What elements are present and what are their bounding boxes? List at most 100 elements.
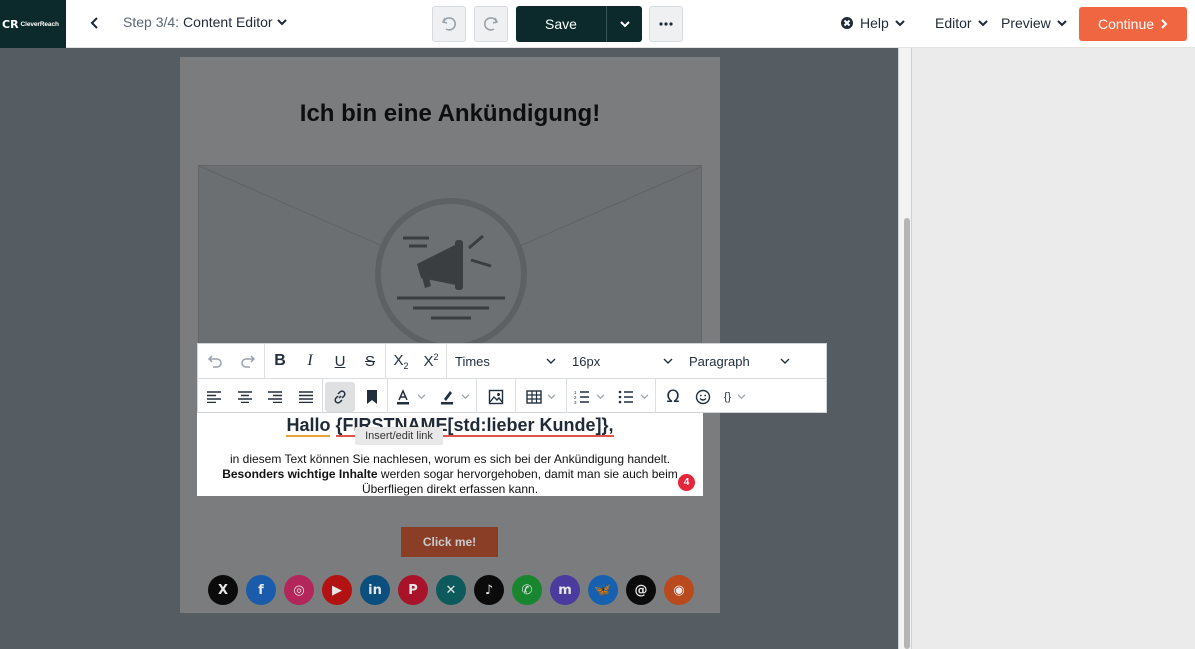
editor-label: Editor <box>935 15 972 31</box>
step-title: Content Editor <box>183 14 273 30</box>
mastodon-icon[interactable]: m <box>550 575 580 605</box>
curly-braces-icon: {} <box>723 390 732 403</box>
bullet-list-button[interactable] <box>611 382 655 412</box>
numbered-list-icon: 123 <box>574 390 589 404</box>
strikethrough-button[interactable]: S <box>355 346 385 376</box>
x-icon[interactable]: X <box>208 575 238 605</box>
strikethrough-icon: S <box>364 352 375 370</box>
align-right-icon <box>268 390 282 403</box>
help-menu[interactable]: Help <box>840 15 905 31</box>
bold-button[interactable]: B <box>265 346 295 376</box>
underline-icon: U <box>334 352 346 370</box>
undo-button[interactable] <box>432 6 466 42</box>
body-line-3: Überfliegen direkt erfassen kann. <box>361 482 539 496</box>
bookmark-button[interactable] <box>357 382 387 412</box>
emoji-button[interactable] <box>690 382 716 412</box>
table-icon <box>526 389 542 404</box>
text-block-editable[interactable]: Hallo {FIRSTNAME[std:lieber Kunde]}, in … <box>197 413 703 496</box>
top-bar: CR CleverReach Step 3/4: Content Editor … <box>0 0 1195 48</box>
continue-button[interactable]: Continue <box>1079 7 1187 41</box>
align-justify-icon <box>299 390 313 403</box>
bluesky-icon[interactable]: 🦋 <box>588 575 618 605</box>
cleverreach-logo[interactable]: CR CleverReach <box>0 0 66 48</box>
block-format-select[interactable]: Paragraph <box>681 346 798 376</box>
chevron-left-icon <box>90 17 98 29</box>
help-icon <box>841 17 853 29</box>
font-size-select[interactable]: 16px <box>564 346 681 376</box>
superscript-icon: X2 <box>423 352 439 370</box>
email-heading[interactable]: Ich bin eine Ankündigung! <box>180 100 720 128</box>
italic-button[interactable]: I <box>295 346 325 376</box>
spellcheck-badge[interactable]: 4 <box>678 474 695 491</box>
logo-mark-icon: CR <box>2 17 19 31</box>
whatsapp-icon[interactable]: ✆ <box>512 575 542 605</box>
rss-icon[interactable]: ◉ <box>664 575 694 605</box>
text-color-icon <box>396 388 409 404</box>
highlighter-icon <box>440 390 453 404</box>
chevron-right-icon <box>1161 19 1168 29</box>
chevron-down-icon <box>895 20 905 27</box>
save-button[interactable]: Save <box>516 6 606 42</box>
insert-link-button[interactable] <box>325 381 355 412</box>
xing-icon[interactable]: ✕ <box>436 575 466 605</box>
toolbar-divider <box>322 379 323 414</box>
cta-button[interactable]: Click me! <box>401 527 498 557</box>
special-character-button[interactable]: Ω <box>656 382 690 412</box>
tb-undo-button[interactable] <box>198 346 232 376</box>
undo-icon <box>441 17 456 31</box>
align-right-button[interactable] <box>260 382 290 412</box>
align-center-button[interactable] <box>230 382 260 412</box>
megaphone-icon <box>199 166 701 344</box>
instagram-icon[interactable]: ◎ <box>284 575 314 605</box>
subscript-button[interactable]: X2 <box>386 346 416 376</box>
continue-label: Continue <box>1097 16 1155 32</box>
rich-text-toolbar: B I U S X2 X2 Times 16px Paragraph 1 2 3… <box>197 343 827 414</box>
align-left-button[interactable] <box>198 382 230 412</box>
bold-icon: B <box>274 352 286 369</box>
font-family-select[interactable]: Times <box>447 346 564 376</box>
threads-icon[interactable]: @ <box>626 575 656 605</box>
properties-panel <box>912 48 1195 649</box>
text-color-button[interactable] <box>388 382 432 412</box>
facebook-icon[interactable]: f <box>246 575 276 605</box>
insert-table-button[interactable] <box>516 382 566 412</box>
back-button[interactable] <box>84 12 106 34</box>
canvas-scrollbar-thumb[interactable] <box>904 218 910 649</box>
announcement-image[interactable] <box>198 165 702 345</box>
emoji-icon <box>695 389 711 404</box>
logo-text: CleverReach <box>20 20 59 28</box>
omega-icon: Ω <box>666 386 680 407</box>
redo-button[interactable] <box>474 6 508 42</box>
body-paragraph[interactable]: in diesem Text können Sie nachlesen, wor… <box>197 452 703 497</box>
chevron-down-icon <box>780 358 790 364</box>
step-selector[interactable]: Step 3/4: Content Editor <box>123 14 287 30</box>
underline-button[interactable]: U <box>325 346 355 376</box>
more-options-button[interactable] <box>649 6 683 42</box>
superscript-button[interactable]: X2 <box>416 346 446 376</box>
linkedin-icon[interactable]: in <box>360 575 390 605</box>
more-dots-icon <box>659 22 673 26</box>
block-format-value: Paragraph <box>689 353 750 369</box>
font-size-value: 16px <box>572 353 601 369</box>
tiktok-icon[interactable]: ♪ <box>474 575 504 605</box>
step-prefix: Step 3/4: <box>123 14 180 30</box>
pinterest-icon[interactable]: P <box>398 575 428 605</box>
align-justify-button[interactable] <box>290 382 322 412</box>
greeting-line[interactable]: Hallo {FIRSTNAME[std:lieber Kunde]}, <box>197 415 703 437</box>
redo-icon <box>241 355 256 368</box>
font-family-value: Times <box>455 353 490 369</box>
body-line-2: Besonders wichtige Inhalte werden sogar … <box>197 467 703 482</box>
highlight-color-button[interactable] <box>432 382 476 412</box>
numbered-list-button[interactable]: 123 <box>567 382 611 412</box>
save-options-button[interactable] <box>606 6 642 42</box>
insert-image-button[interactable] <box>477 382 515 412</box>
youtube-icon[interactable]: ▶ <box>322 575 352 605</box>
redo-icon <box>484 17 499 31</box>
tb-redo-button[interactable] <box>232 346 264 376</box>
preview-menu[interactable]: Preview <box>1001 15 1067 31</box>
italic-icon: I <box>307 352 313 369</box>
editor-menu[interactable]: Editor <box>935 15 988 31</box>
body-line-2-rest: werden sogar hervorgehoben, damit man si… <box>377 467 678 481</box>
social-icons-row: Xf ◎ ▶ in P ✕ ♪ ✆ m 🦋 @ ◉ <box>208 575 694 605</box>
placeholder-button[interactable]: {} <box>716 382 754 412</box>
